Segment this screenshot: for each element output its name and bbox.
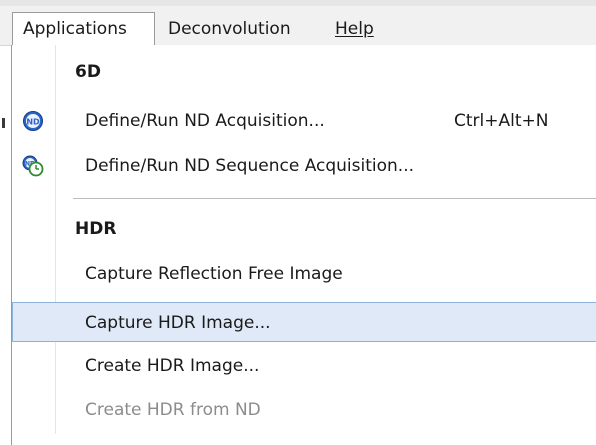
svg-text:ND: ND <box>26 118 40 127</box>
menu-bar: Applications Deconvolution Help <box>0 0 596 46</box>
nd-icon: ND <box>23 111 43 131</box>
menu-item-define-run-nd-sequence-acquisition[interactable]: ND Define/Run ND Sequence Acquisition... <box>12 146 596 186</box>
menu-separator <box>73 198 596 199</box>
window-edge-mark <box>2 118 5 128</box>
menu-item-label: Capture Reflection Free Image <box>85 264 343 284</box>
menu-deconvolution[interactable]: Deconvolution <box>158 12 301 46</box>
menu-item-label: Define/Run ND Sequence Acquisition... <box>85 156 415 176</box>
menu-deconvolution-label: Deconvolution <box>168 19 291 39</box>
menu-item-create-hdr-from-nd[interactable]: Create HDR from ND <box>12 390 596 430</box>
menu-item-label: Create HDR Image... <box>85 356 260 376</box>
shortcut-label: Ctrl+Alt+N <box>454 111 549 131</box>
menu-applications-label: Applications <box>23 19 127 39</box>
section-heading-6d: 6D <box>75 62 101 82</box>
menu-item-label: Define/Run ND Acquisition... <box>85 111 325 131</box>
menu-help[interactable]: Help <box>325 12 384 46</box>
menu-item-define-run-nd-acquisition[interactable]: ND Define/Run ND Acquisition... Ctrl+Alt… <box>12 101 596 141</box>
section-heading-hdr: HDR <box>75 219 117 239</box>
menu-item-capture-reflection-free-image[interactable]: Capture Reflection Free Image <box>12 254 596 294</box>
menu-item-capture-hdr-image[interactable]: Capture HDR Image... <box>12 302 596 342</box>
nd-sequence-clock-icon: ND <box>22 155 44 177</box>
menu-bar-top-edge <box>0 0 596 6</box>
menu-item-label: Capture HDR Image... <box>85 313 271 333</box>
menu-help-label: Help <box>335 19 374 39</box>
menu-applications[interactable]: Applications <box>12 12 155 46</box>
menu-item-label: Create HDR from ND <box>85 400 261 420</box>
menu-item-create-hdr-image[interactable]: Create HDR Image... <box>12 346 596 386</box>
